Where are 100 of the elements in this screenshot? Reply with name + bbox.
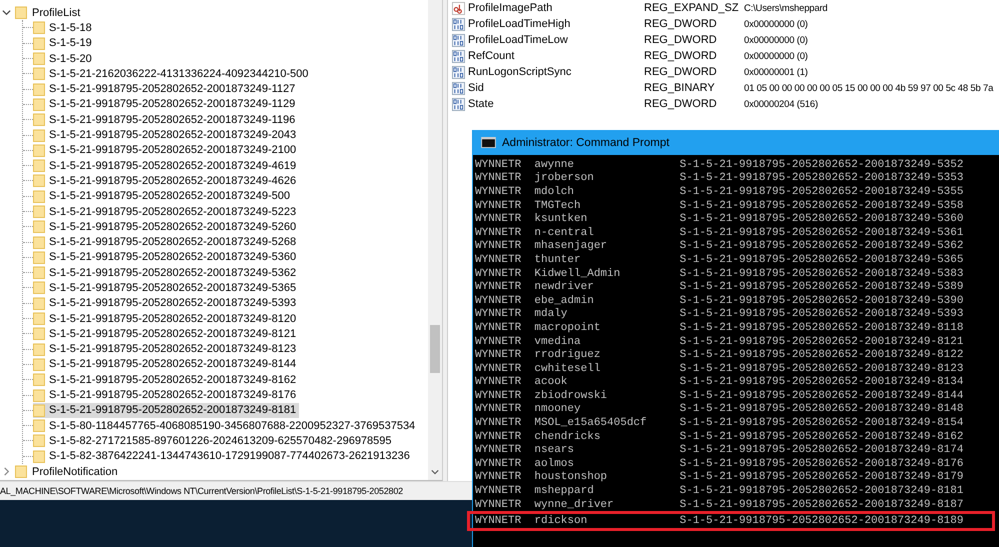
chevron-down-icon[interactable]: [2, 8, 11, 18]
domain-text: WYNNETR: [475, 403, 522, 416]
domain-text: WYNNETR: [475, 308, 522, 320]
sid-text: S-1-5-21-9918795-2052802652-2001873249-5360: [680, 213, 964, 226]
tree-item[interactable]: S-1-5-21-9918795-2052802652-2001873249-8144: [33, 356, 300, 372]
key-label: S-1-5-21-9918795-2052802652-2001873249-5268: [49, 236, 296, 248]
tree-item[interactable]: S-1-5-21-9918795-2052802652-2001873249-4626: [33, 173, 300, 188]
value-data: 0x00000204 (516): [744, 98, 818, 110]
folder-icon: [33, 236, 45, 249]
tree-item[interactable]: S-1-5-21-9918795-2052802652-2001873249-8123: [33, 342, 300, 357]
tree-item[interactable]: S-1-5-21-9918795-2052802652-2001873249-8162: [33, 372, 300, 388]
tree-item[interactable]: S-1-5-21-9918795-2052802652-2001873249-2043: [33, 128, 300, 143]
domain-text: WYNNETR: [475, 268, 522, 280]
tree-item[interactable]: S-1-5-21-9918795-2052802652-2001873249-4619: [33, 158, 300, 174]
sid-text: S-1-5-21-9918795-2052802652-2001873249-5389: [680, 281, 964, 294]
folder-icon: [33, 342, 45, 356]
username-text: newdriver: [534, 281, 595, 294]
domain-text: WYNNETR: [475, 498, 522, 511]
sid-text: S-1-5-21-9918795-2052802652-2001873249-8123: [680, 362, 964, 375]
key-label: S-1-5-21-9918795-2052802652-2001873249-1129: [49, 98, 296, 110]
tree-item[interactable]: S-1-5-21-9918795-2052802652-2001873249-5393: [33, 296, 300, 311]
sid-text: S-1-5-21-9918795-2052802652-2001873249-8176: [680, 458, 964, 470]
value-data: 01 05 00 00 00 00 00 05 15 00 00 00 4b 59 97 00 5c 48 5b 7a: [744, 82, 994, 94]
domain-text: WYNNETR: [475, 444, 522, 456]
folder-icon: [33, 113, 45, 126]
tree-item[interactable]: S-1-5-21-9918795-2052802652-2001873249-500: [33, 188, 293, 204]
tree-item[interactable]: S-1-5-21-9918795-2052802652-2001873249-5223: [33, 204, 300, 219]
value-name[interactable]: Sid: [468, 82, 644, 94]
tree-item[interactable]: S-1-5-21-9918795-2052802652-2001873249-8120: [33, 311, 300, 326]
key-label: S-1-5-82-3876422241-1344743610-1729199087-774402673-2621913236: [49, 450, 410, 462]
value-type: REG_DWORD: [644, 34, 718, 46]
tree-item[interactable]: S-1-5-82-3876422241-1344743610-1729199087-774402673-2621913236: [33, 448, 413, 464]
domain-text: WYNNETR: [475, 417, 522, 430]
tree-item[interactable]: S-1-5-21-9918795-2052802652-2001873249-5268: [33, 234, 300, 250]
scrollbar[interactable]: [428, 0, 442, 480]
tree-item[interactable]: S-1-5-18: [33, 20, 95, 36]
scrollbar-thumb[interactable]: [430, 325, 440, 373]
value-name[interactable]: State: [468, 98, 644, 110]
key-label: S-1-5-21-9918795-2052802652-2001873249-4619: [49, 160, 296, 172]
value-type: REG_EXPAND_SZ: [644, 2, 740, 14]
value-name[interactable]: RunLogonScriptSync: [468, 66, 644, 78]
tree-item[interactable]: S-1-5-82-271721585-897601226-2024613209-625570482-296978595: [33, 433, 395, 448]
value-type: REG_DWORD: [644, 98, 718, 110]
chevron-down-icon[interactable]: [431, 468, 439, 476]
domain-text: WYNNETR: [475, 294, 522, 307]
username-text: thunter: [534, 254, 582, 266]
tree-item[interactable]: S-1-5-21-9918795-2052802652-2001873249-1129: [33, 96, 298, 112]
domain-text: WYNNETR: [475, 390, 522, 402]
value-name[interactable]: RefCount: [468, 50, 644, 62]
key-label: S-1-5-21-9918795-2052802652-2001873249-8162: [49, 374, 296, 386]
value-type: REG_DWORD: [644, 18, 718, 30]
tree-item[interactable]: S-1-5-20: [33, 51, 95, 66]
tree-item[interactable]: S-1-5-21-9918795-2052802652-2001873249-2100: [33, 142, 300, 158]
key-label: S-1-5-21-9918795-2052802652-2001873249-8123: [49, 343, 296, 356]
domain-text: WYNNETR: [475, 471, 522, 484]
sid-text: S-1-5-21-9918795-2052802652-2001873249-5353: [680, 172, 964, 184]
key-label: S-1-5-21-9918795-2052802652-2001873249-5365: [49, 282, 296, 294]
value-name[interactable]: ProfileLoadTimeLow: [468, 34, 644, 46]
tree-item[interactable]: ProfileList: [32, 6, 80, 19]
value-type: REG_BINARY: [644, 82, 716, 94]
tree-item[interactable]: S-1-5-21-9918795-2052802652-2001873249-5260: [33, 219, 300, 234]
domain-text: WYNNETR: [475, 213, 522, 226]
username-text: zbiodrowski: [534, 390, 608, 402]
tree-item[interactable]: S-1-5-21-9918795-2052802652-2001873249-8121: [33, 326, 300, 342]
tree-item[interactable]: S-1-5-21-9918795-2052802652-2001873249-8176: [33, 388, 300, 403]
tree-item[interactable]: S-1-5-21-9918795-2052802652-2001873249-5365: [33, 280, 300, 296]
username-text: wynne_driver: [534, 498, 615, 511]
selected-tree-item[interactable]: S-1-5-21-9918795-2052802652-2001873249-8181: [33, 402, 300, 418]
folder-icon: [33, 327, 45, 340]
folder-icon: [33, 434, 45, 448]
value-name[interactable]: ProfileImagePath: [468, 2, 644, 14]
tree-item[interactable]: S-1-5-19: [33, 36, 95, 51]
domain-text: WYNNETR: [475, 254, 522, 266]
sid-text: S-1-5-21-9918795-2052802652-2001873249-8154: [680, 417, 964, 430]
tree-item[interactable]: S-1-5-21-9918795-2052802652-2001873249-5362: [33, 265, 300, 280]
key-label: S-1-5-21-9918795-2052802652-2001873249-2100: [49, 144, 296, 156]
tree-item[interactable]: S-1-5-21-9918795-2052802652-2001873249-5360: [33, 250, 300, 265]
tree-item[interactable]: S-1-5-21-9918795-2052802652-2001873249-1127: [33, 82, 298, 97]
username-text: ksuntken: [534, 213, 588, 226]
tree-item[interactable]: S-1-5-21-9918795-2052802652-2001873249-1196: [33, 112, 298, 128]
value-name[interactable]: ProfileLoadTimeHigh: [468, 18, 644, 30]
sid-text: S-1-5-21-9918795-2052802652-2001873249-8187: [680, 498, 964, 511]
key-label: S-1-5-21-9918795-2052802652-2001873249-2043: [49, 129, 296, 142]
username-text: vmedina: [534, 336, 582, 348]
tree-item[interactable]: S-1-5-80-1184457765-4068085190-3456807688-2200952327-3769537534: [33, 418, 418, 434]
key-label: S-1-5-21-9918795-2052802652-2001873249-8176: [49, 389, 296, 402]
domain-text: WYNNETR: [475, 240, 522, 252]
tree-item[interactable]: ProfileNotification: [32, 466, 118, 478]
username-text: jroberson: [534, 172, 595, 184]
domain-text: WYNNETR: [475, 322, 522, 334]
folder-icon: [33, 296, 45, 310]
chevron-right-icon[interactable]: [2, 467, 11, 476]
domain-text: WYNNETR: [475, 172, 522, 184]
username-text: mdolch: [534, 186, 576, 198]
folder-icon: [33, 404, 45, 417]
sid-text: S-1-5-21-9918795-2052802652-2001873249-5362: [680, 240, 964, 252]
sid-text: S-1-5-21-9918795-2052802652-2001873249-8179: [680, 471, 964, 484]
tree-item[interactable]: S-1-5-21-2162036222-4131336224-4092344210-500: [33, 66, 312, 82]
folder-icon: [33, 36, 45, 50]
sid-text: S-1-5-21-9918795-2052802652-2001873249-5355: [680, 186, 964, 198]
